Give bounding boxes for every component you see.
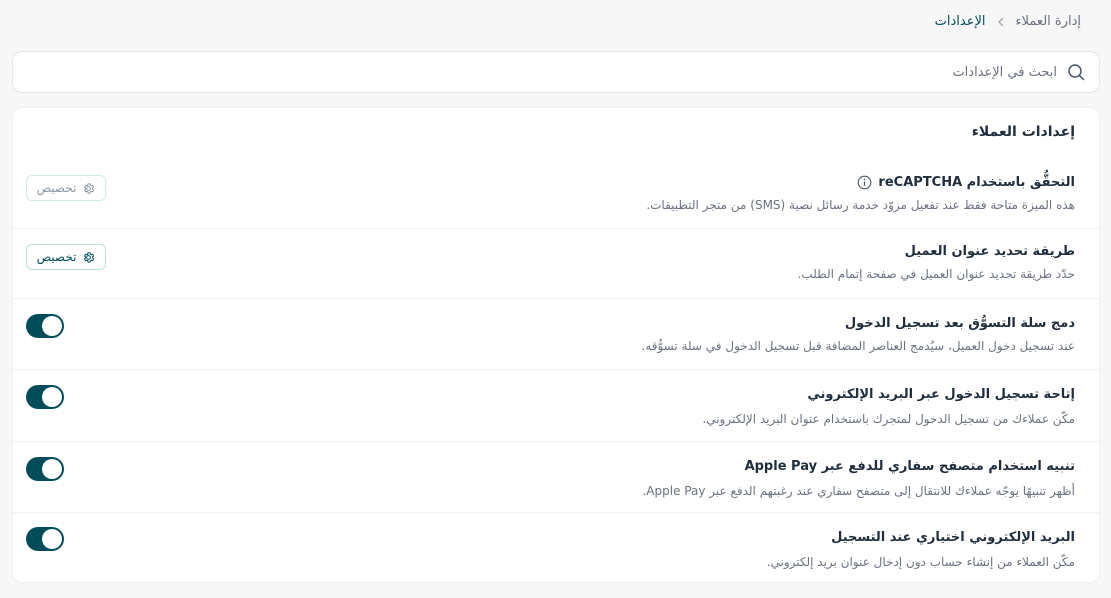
setting-description: هذه الميزة متاحة فقط عند تفعيل مزوّد خدم… (646, 198, 1075, 212)
setting-title: التحقُّق باستخدام reCAPTCHA (646, 175, 1075, 190)
toggle-knob (42, 316, 62, 336)
setting-row-safari-apple-pay: تنبيه استخدام متصفح سفاري للدفع عبر Appl… (13, 441, 1099, 512)
setting-title: إتاحة تسجيل الدخول عبر البريد الإلكتروني (807, 387, 1075, 402)
search-input[interactable] (13, 64, 1057, 80)
gear-icon (82, 182, 95, 195)
setting-row-email-login: إتاحة تسجيل الدخول عبر البريد الإلكتروني… (13, 369, 1099, 441)
customer-settings-card: إعدادات العملاء التحقُّق باستخدام reCAPT… (12, 107, 1100, 583)
breadcrumb-parent[interactable]: إدارة العملاء (1016, 14, 1081, 29)
setting-title: دمج سلة التسوُّق بعد تسجيل الدخول (844, 316, 1075, 331)
email-login-toggle[interactable] (26, 385, 64, 409)
setting-title: تنبيه استخدام متصفح سفاري للدفع عبر Appl… (744, 459, 1075, 474)
info-icon[interactable] (857, 175, 872, 190)
setting-row-address-method: طريقة تحديد عنوان العميل حدّد طريقة تحدي… (13, 228, 1099, 298)
setting-description: عند تسجيل دخول العميل، سيُدمج العناصر ال… (641, 339, 1075, 353)
setting-title: البريد الإلكتروني اختياري عند التسجيل (831, 530, 1075, 545)
customize-button[interactable]: تخصيص (26, 244, 106, 270)
setting-description: أظهر تنبيهًا يوجّه عملاءك للانتقال إلى م… (642, 484, 1075, 498)
search-icon (1067, 63, 1085, 81)
merge-cart-toggle[interactable] (26, 314, 64, 338)
setting-description: حدّد طريقة تحديد عنوان العميل في صفحة إت… (797, 267, 1075, 281)
setting-row-recaptcha: التحقُّق باستخدام reCAPTCHA هذه الميزة م… (13, 160, 1099, 230)
toggle-knob (42, 387, 62, 407)
gear-icon (82, 251, 95, 264)
setting-description: مكّن عملاءك من تسجيل الدخول لمتجرك باستخ… (702, 412, 1075, 426)
customize-button[interactable]: تخصيص (26, 175, 106, 201)
chevron-left-icon (996, 17, 1006, 27)
search-box (12, 51, 1100, 93)
email-optional-toggle[interactable] (26, 527, 64, 551)
breadcrumb-current[interactable]: الإعدادات (935, 14, 986, 29)
safari-apple-pay-toggle[interactable] (26, 457, 64, 481)
toggle-knob (42, 529, 62, 549)
toggle-knob (42, 459, 62, 479)
setting-description: مكّن العملاء من إنشاء حساب دون إدخال عنو… (766, 555, 1075, 569)
breadcrumb: إدارة العملاء الإعدادات (935, 14, 1081, 29)
setting-row-email-optional: البريد الإلكتروني اختياري عند التسجيل مك… (13, 512, 1099, 584)
setting-title: طريقة تحديد عنوان العميل (904, 244, 1075, 259)
setting-row-merge-cart: دمج سلة التسوُّق بعد تسجيل الدخول عند تس… (13, 298, 1099, 369)
section-title: إعدادات العملاء (971, 124, 1075, 140)
